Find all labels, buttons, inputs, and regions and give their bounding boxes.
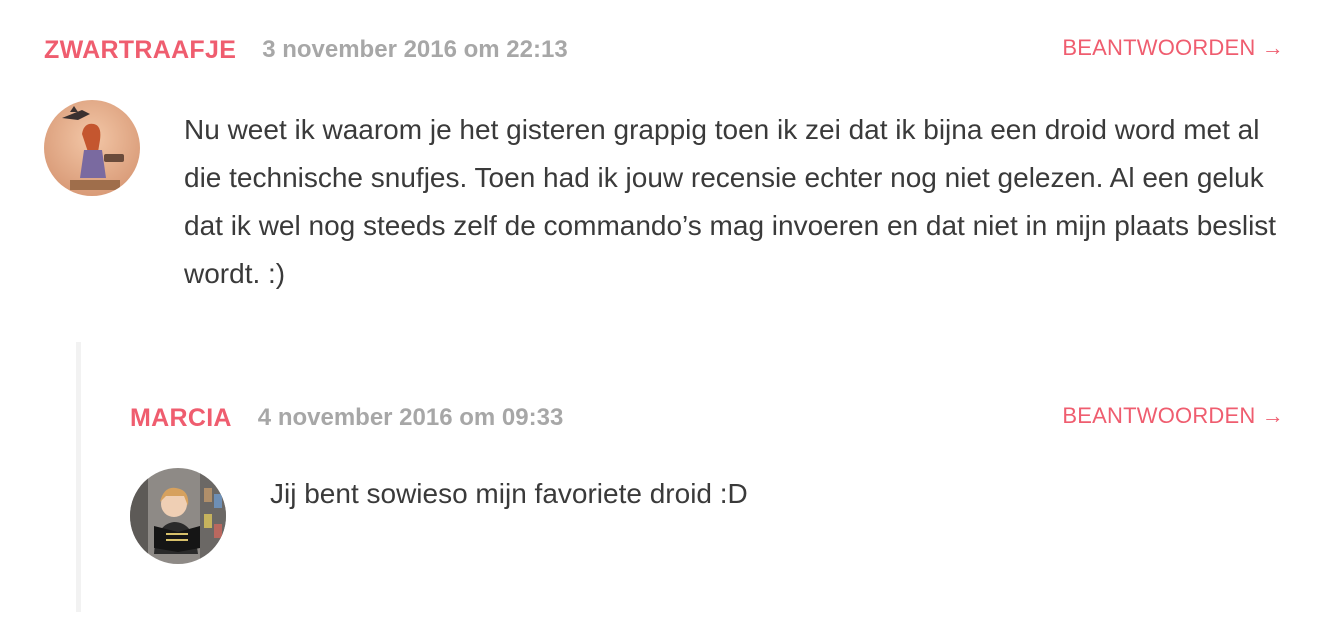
- thread-indent-line: [76, 342, 81, 612]
- avatar: [130, 468, 226, 564]
- comment-reply: MARCIA 4 november 2016 om 09:33 BEANTWOO…: [130, 398, 1284, 588]
- comment: ZWARTRAAFJE 3 november 2016 om 22:13 BEA…: [44, 30, 1284, 310]
- comment-date[interactable]: 3 november 2016 om 22:13: [262, 36, 568, 64]
- comment-meta: ZWARTRAAFJE 3 november 2016 om 22:13 BEA…: [44, 30, 1284, 70]
- comment-author[interactable]: ZWARTRAAFJE: [44, 36, 236, 65]
- comment-text: Nu weet ik waarom je het gisteren grappi…: [184, 114, 1277, 289]
- comment-date[interactable]: 4 november 2016 om 09:33: [258, 404, 564, 432]
- avatar: [44, 100, 140, 196]
- comment-meta: MARCIA 4 november 2016 om 09:33 BEANTWOO…: [130, 398, 1284, 438]
- avatar-illustration-icon: [44, 100, 140, 196]
- comment-text: Jij bent sowieso mijn favoriete droid :D: [270, 478, 748, 509]
- reply-link[interactable]: BEANTWOORDEN →: [1062, 35, 1284, 61]
- reply-link[interactable]: BEANTWOORDEN →: [1062, 403, 1284, 429]
- comment-author[interactable]: MARCIA: [130, 404, 232, 433]
- avatar-photo-icon: [130, 468, 226, 564]
